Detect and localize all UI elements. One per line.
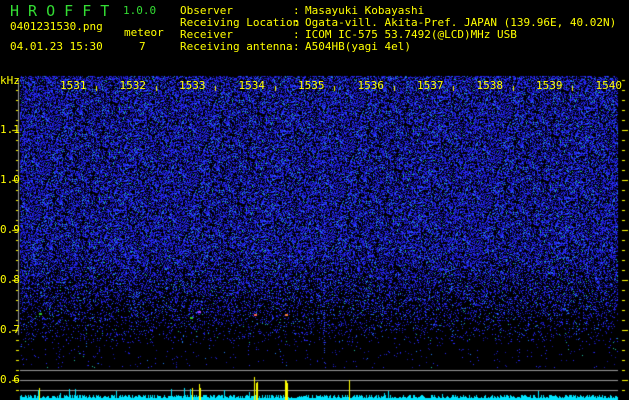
x-tick-label: 1537 <box>417 79 444 92</box>
x-tick-label: 1536 <box>357 79 385 92</box>
y-tick-label: 1.1 <box>0 123 20 136</box>
version-label: 1.0.0 <box>123 4 157 17</box>
y-tick-label: 0.9 <box>0 223 20 236</box>
x-tick-label: 1533 <box>179 79 206 92</box>
x-tick-label: 1531 <box>60 79 87 92</box>
y-tick-label: 0.7 <box>0 323 20 336</box>
app-title: H R O F F T <box>10 2 110 20</box>
y-tick-label: 1.0 <box>0 173 20 186</box>
y-axis-label: kHz <box>0 74 20 87</box>
x-tick-label: 1538 <box>476 79 504 92</box>
x-tick-label: 1540 <box>595 79 623 92</box>
x-tick-label: 1535 <box>298 79 325 92</box>
meteor-label: meteor <box>124 26 164 39</box>
meteor-count: 7 <box>139 40 146 53</box>
y-tick-label: 0.8 <box>0 273 20 286</box>
x-tick-label: 1534 <box>238 79 266 92</box>
spectrogram-canvas <box>0 0 629 400</box>
antenna-value: A504HB(yagi 4el) <box>305 40 411 53</box>
x-tick-label: 1532 <box>119 79 147 92</box>
x-tick-label: 1539 <box>536 79 563 92</box>
y-tick-label: 0.6 <box>0 373 20 386</box>
filename: 0401231530.png <box>10 20 103 33</box>
datetime: 04.01.23 15:30 <box>10 40 103 53</box>
station-info: Observer Receiving Location Receiver Rec… <box>180 4 617 53</box>
info-label: Receiving antenna <box>180 40 293 53</box>
